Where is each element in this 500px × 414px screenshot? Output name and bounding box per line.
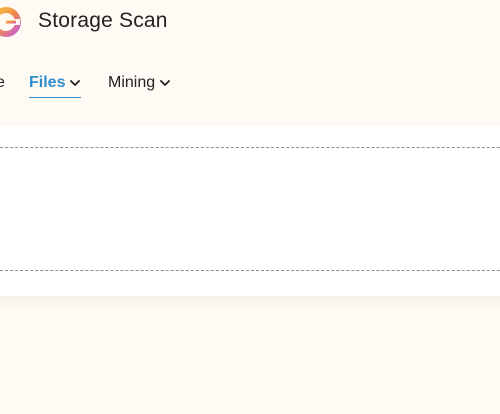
chevron-down-icon bbox=[160, 80, 171, 86]
scan-panel bbox=[0, 126, 500, 296]
nav-item-label: Files bbox=[29, 74, 66, 91]
file-dropzone[interactable] bbox=[0, 147, 500, 271]
chevron-down-icon bbox=[70, 80, 81, 86]
app-title: Storage Scan bbox=[38, 9, 168, 32]
storage-scan-logo-icon[interactable] bbox=[0, 6, 22, 38]
main-nav: e Files Mining bbox=[0, 70, 500, 100]
nav-item-files[interactable]: Files bbox=[29, 74, 82, 98]
nav-item-partial[interactable]: e bbox=[0, 74, 5, 92]
header: Storage Scan bbox=[0, 0, 500, 48]
nav-item-mining[interactable]: Mining bbox=[108, 74, 171, 92]
nav-item-label: Mining bbox=[108, 74, 156, 91]
page: Storage Scan e Files Mining bbox=[0, 0, 500, 414]
nav-item-label: e bbox=[0, 74, 5, 91]
